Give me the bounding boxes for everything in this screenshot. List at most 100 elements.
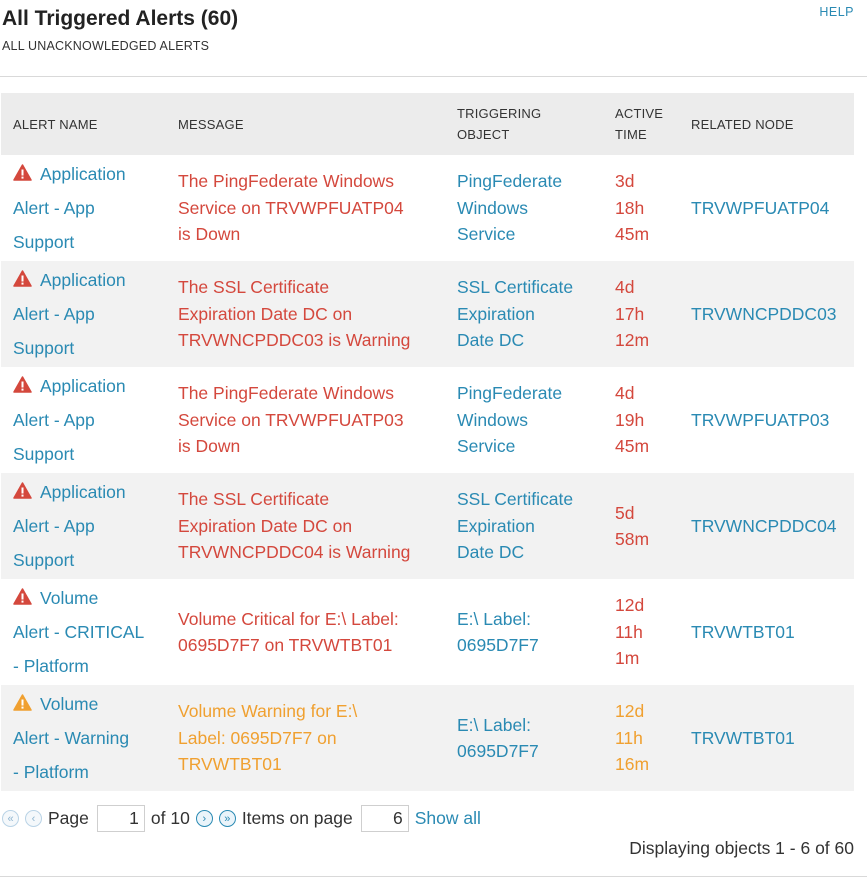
text-line: 4d	[615, 277, 635, 298]
text-line: Volume	[40, 694, 99, 714]
text-line: The PingFederate Windows	[178, 383, 394, 404]
displaying-count: Displaying objects 1 - 6 of 60	[629, 838, 854, 858]
alert-name-link[interactable]: Volume Alert - CRITICAL - Platform	[13, 588, 144, 676]
triggering-object-link[interactable]: SSL Certificate Expiration Date DC	[445, 473, 603, 579]
text-line: Date DC	[457, 542, 525, 563]
text-line: Alert - App	[13, 198, 95, 218]
text-line: Application	[40, 164, 126, 184]
alert-name-cell: Application Alert - App Support	[1, 155, 166, 261]
warning-triangle-red-icon	[13, 376, 32, 393]
warning-triangle-red-icon	[13, 164, 32, 181]
related-node-link[interactable]: TRVWTBT01	[679, 579, 854, 685]
text-line: is Down	[178, 224, 241, 245]
message-cell: Volume Warning for E:\ Label: 0695D7F7 on…	[166, 685, 445, 791]
text-line: 1m	[615, 648, 640, 669]
related-node-link[interactable]: TRVWNCPDDC03	[679, 261, 854, 367]
triggering-object-link[interactable]: PingFederate Windows Service	[445, 155, 603, 261]
text-line: Alert - CRITICAL	[13, 622, 145, 642]
text-line: 45m	[615, 436, 650, 457]
text-line: TRVWNCPDDC03 is Warning	[178, 330, 411, 351]
table-row[interactable]: Application Alert - App Support The PingFed…	[1, 155, 854, 261]
first-page-icon[interactable]: «	[2, 809, 19, 827]
text-line: Windows	[457, 409, 528, 430]
triggering-object-link[interactable]: PingFederate Windows Service	[445, 367, 603, 473]
active-time-cell: 3d 18h 45m	[603, 155, 679, 261]
help-link[interactable]: HELP	[819, 5, 854, 19]
col-header-message[interactable]: MESSAGE	[166, 93, 445, 155]
text-line: E:\ Label:	[457, 608, 531, 629]
active-time-cell: 4d 19h 45m	[603, 367, 679, 473]
text-line: SSL Certificate	[457, 489, 574, 510]
alerts-table-body: Application Alert - App Support The PingFed…	[1, 155, 854, 791]
text-line: The SSL Certificate	[178, 277, 330, 298]
table-row[interactable]: Volume Alert - CRITICAL - Platform Volume C…	[1, 579, 854, 685]
text-line: Service on TRVWPFUATP04	[178, 197, 404, 218]
text-line: 5d	[615, 502, 635, 523]
text-line: 11h	[615, 727, 643, 748]
last-page-icon[interactable]: »	[218, 809, 236, 827]
warning-triangle-red-icon	[13, 588, 32, 605]
col-header-triggering-object-label: TRIGGERING OBJECT	[457, 106, 542, 142]
related-node-link[interactable]: TRVWPFUATP03	[679, 367, 854, 473]
items-on-page-label: Items on page	[241, 807, 353, 828]
text-line: Expiration	[457, 515, 535, 536]
items-on-page-input[interactable]: 6	[360, 804, 409, 832]
text-line: PingFederate	[457, 171, 563, 192]
col-header-related-node[interactable]: RELATED NODE	[679, 93, 854, 155]
text-line: Expiration Date DC on	[178, 303, 353, 324]
text-line: TRVWTBT01	[178, 754, 282, 775]
text-line: Application	[40, 376, 126, 396]
page-number-input[interactable]: 1	[96, 804, 145, 832]
message-cell: The SSL Certificate Expiration Date DC on…	[166, 473, 445, 579]
text-line: SSL Certificate	[457, 277, 574, 298]
text-line: 3d	[615, 171, 635, 192]
text-line: 12d	[615, 595, 645, 616]
col-header-triggering-object[interactable]: TRIGGERING OBJECT	[445, 93, 603, 155]
text-line: 18h	[615, 197, 645, 218]
alert-name-cell: Application Alert - App Support	[1, 473, 166, 579]
text-line: Application	[40, 482, 126, 502]
related-node-link[interactable]: TRVWNCPDDC04	[679, 473, 854, 579]
alert-name-cell: Application Alert - App Support	[1, 261, 166, 367]
text-line: Expiration Date DC on	[178, 515, 353, 536]
next-page-icon[interactable]: ›	[195, 809, 213, 827]
alert-name-cell: Volume Alert - CRITICAL - Platform	[1, 579, 166, 685]
table-row[interactable]: Volume Alert - Warning - Platform Volume Wa…	[1, 685, 854, 791]
text-line: 45m	[615, 224, 650, 245]
text-line: 16m	[615, 754, 650, 775]
text-line: 0695D7F7 on TRVWTBT01	[178, 635, 393, 655]
page-title: All Triggered Alerts (60)	[2, 7, 239, 30]
triggering-object-link[interactable]: E:\ Label: 0695D7F7	[445, 685, 603, 791]
text-line: Support	[13, 550, 75, 570]
previous-page-icon[interactable]: ‹	[25, 809, 42, 827]
text-line: 11h	[615, 621, 643, 642]
bottom-divider	[0, 876, 867, 877]
page-count-label: of 10	[150, 807, 190, 828]
text-line: Expiration	[457, 303, 535, 324]
related-node-link[interactable]: TRVWPFUATP04	[679, 155, 854, 261]
text-line: 19h	[615, 409, 645, 430]
show-all-link[interactable]: Show all	[415, 808, 481, 829]
text-line: Service on TRVWPFUATP03	[178, 409, 404, 430]
col-header-alert-name[interactable]: ALERT NAME	[1, 93, 166, 155]
text-line: The SSL Certificate	[178, 489, 330, 510]
alert-name-cell: Application Alert - App Support	[1, 367, 166, 473]
related-node-link[interactable]: TRVWTBT01	[679, 685, 854, 791]
table-row[interactable]: Application Alert - App Support The SSL Cer…	[1, 261, 854, 367]
text-line: 4d	[615, 383, 635, 404]
text-line: Label: 0695D7F7 on	[178, 727, 337, 748]
message-cell: The PingFederate Windows Service on TRVWP…	[166, 367, 445, 473]
text-line: Application	[40, 270, 126, 290]
text-line: E:\ Label:	[457, 714, 531, 735]
page-label: Page	[48, 807, 89, 828]
triggering-object-link[interactable]: SSL Certificate Expiration Date DC	[445, 261, 603, 367]
table-row[interactable]: Application Alert - App Support The PingFed…	[1, 367, 854, 473]
table-row[interactable]: Application Alert - App Support The SSL Cer…	[1, 473, 854, 579]
text-line: Volume	[40, 588, 99, 608]
triggering-object-link[interactable]: E:\ Label: 0695D7F7	[445, 579, 603, 685]
col-header-active-time[interactable]: ACTIVE TIME	[603, 93, 679, 155]
text-line: is Down	[178, 436, 241, 457]
text-line: Alert - App	[13, 304, 95, 324]
page-header: All Triggered Alerts (60) ALL UNACKNOWLE…	[0, 0, 867, 77]
text-line: Service	[457, 436, 516, 457]
